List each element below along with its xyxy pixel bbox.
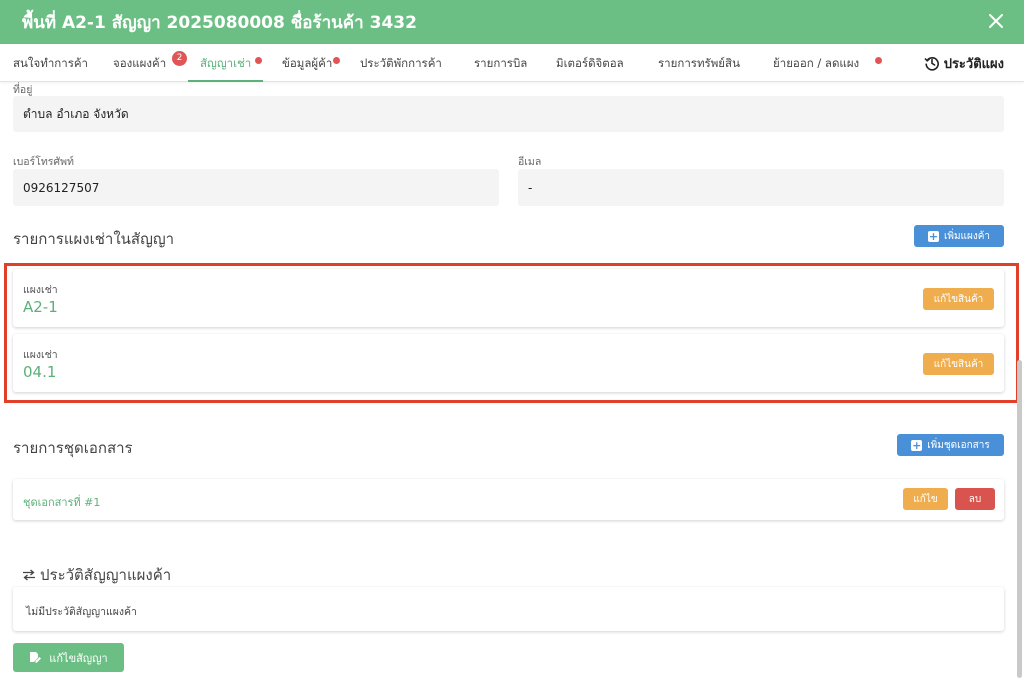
history-icon <box>924 57 939 71</box>
tab-bills[interactable]: รายการบิล <box>474 44 527 82</box>
contract-history-card: ไม่มีประวัติสัญญาแผงค้า <box>13 587 1004 631</box>
moveout-notify-dot <box>875 57 882 64</box>
edit-contract-button[interactable]: แก้ไขสัญญา <box>13 643 124 672</box>
tab-suspension-history[interactable]: ประวัติพักการค้า <box>360 44 442 82</box>
stall-history-tab[interactable]: ประวัติแผง <box>924 44 1004 82</box>
tab-interest[interactable]: สนใจทำการค้า <box>13 44 88 82</box>
tab-lease-contract[interactable]: สัญญาเช่า <box>188 44 264 82</box>
plus-icon: + <box>911 438 923 452</box>
add-stall-button[interactable]: + เพิ่มแผงค้า <box>914 225 1004 247</box>
email-field[interactable]: - <box>518 169 1004 206</box>
edit-products-button[interactable]: แก้ไขสินค้า <box>923 353 994 375</box>
email-label: อีเมล <box>518 156 542 168</box>
stall-label: แผงเช่า <box>23 349 58 361</box>
contract-history-header: ประวัติสัญญาแผงค้า <box>22 563 171 587</box>
stall-label: แผงเช่า <box>23 284 58 296</box>
stalls-section-title: รายการแผงเช่าในสัญญา <box>13 230 175 248</box>
empty-history-text: ไม่มีประวัติสัญญาแผงค้า <box>26 606 137 618</box>
tab-label: สัญญาเช่า <box>200 56 252 70</box>
documents-section-title: รายการชุดเอกสาร <box>13 439 133 457</box>
tab-label: สนใจทำการค้า <box>13 56 89 70</box>
tab-digital-meter[interactable]: มิเตอร์ดิจิตอล <box>556 44 624 82</box>
vendor-notify-dot <box>333 57 340 64</box>
tab-label: ย้ายออก / ลดแผง <box>773 56 860 70</box>
tab-move-out[interactable]: ย้ายออก / ลดแผง <box>773 44 859 82</box>
contract-history-title: ประวัติสัญญาแผงค้า <box>40 566 172 584</box>
stall-number: A2-1 <box>23 298 58 316</box>
phone-field[interactable]: 0926127507 <box>13 169 499 206</box>
stall-history-label: ประวัติแผง <box>943 56 1004 72</box>
stall-number: 04.1 <box>23 363 57 381</box>
add-document-set-button[interactable]: + เพิ่มชุดเอกสาร <box>897 434 1004 456</box>
add-document-set-label: เพิ่มชุดเอกสาร <box>927 439 990 451</box>
tab-assets[interactable]: รายการทรัพย์สิน <box>658 44 740 82</box>
swap-arrows-icon <box>23 569 35 581</box>
lease-notify-dot <box>255 57 262 64</box>
tab-label: ข้อมูลผู้ค้า <box>282 56 333 70</box>
address-field[interactable]: ตำบล อำเภอ จังหวัด <box>13 96 1004 132</box>
edit-products-button[interactable]: แก้ไขสินค้า <box>923 288 994 310</box>
tab-label: ประวัติพักการค้า <box>360 56 442 70</box>
document-set-link[interactable]: ชุดเอกสารที่ #1 <box>23 493 100 511</box>
tab-vendor-info[interactable]: ข้อมูลผู้ค้า <box>282 44 332 82</box>
booking-count-badge: 2 <box>172 51 187 66</box>
delete-document-button[interactable]: ลบ <box>955 488 995 510</box>
edit-document-icon <box>30 652 42 663</box>
document-set-card: ชุดเอกสารที่ #1 แก้ไข ลบ <box>13 479 1004 520</box>
scrollbar[interactable] <box>1017 360 1022 678</box>
edit-document-button[interactable]: แก้ไข <box>903 488 948 510</box>
add-stall-label: เพิ่มแผงค้า <box>943 230 991 242</box>
modal-header: พื้นที่ A2-1 สัญญา 2025080008 ชื่อร้านค้… <box>0 0 1024 44</box>
tab-label: มิเตอร์ดิจิตอล <box>556 56 624 70</box>
tab-booking[interactable]: จองแผงค้า <box>113 44 166 82</box>
edit-contract-label: แก้ไขสัญญา <box>49 651 108 665</box>
close-icon[interactable] <box>986 11 1006 31</box>
stall-card: แผงเช่า 04.1 แก้ไขสินค้า <box>13 334 1004 392</box>
tab-label: รายการทรัพย์สิน <box>658 56 740 70</box>
tab-label: จองแผงค้า <box>113 56 167 70</box>
tab-label: รายการบิล <box>474 56 528 70</box>
modal-title: พื้นที่ A2-1 สัญญา 2025080008 ชื่อร้านค้… <box>22 12 417 33</box>
plus-icon: + <box>927 229 939 243</box>
tab-bar: สนใจทำการค้า จองแผงค้า 2 สัญญาเช่า ข้อมู… <box>0 44 1024 82</box>
phone-label: เบอร์โทรศัพท์ <box>13 156 74 168</box>
stall-card: แผงเช่า A2-1 แก้ไขสินค้า <box>13 269 1004 327</box>
